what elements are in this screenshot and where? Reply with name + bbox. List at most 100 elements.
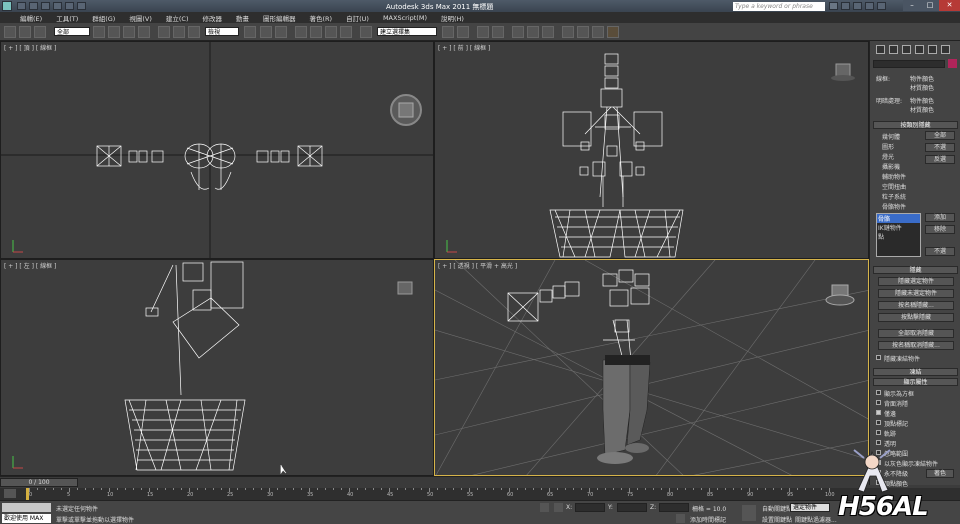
category-list[interactable]: 骨骼 IK鏈物件 點	[876, 213, 921, 257]
angle-snap-icon[interactable]	[310, 26, 322, 38]
menu-animation[interactable]: 動畫	[236, 13, 249, 23]
unhide-all-button[interactable]: 全部取消隱藏	[878, 329, 954, 338]
display-tab-icon[interactable]	[928, 45, 937, 54]
menu-group[interactable]: 群組(G)	[92, 13, 115, 23]
menu-graph-editors[interactable]: 圖形編輯器	[263, 13, 296, 23]
category-bones[interactable]: 骨骼物件	[882, 202, 906, 211]
menu-maxscript[interactable]: MAXScript(M)	[383, 14, 427, 22]
menu-help[interactable]: 說明(H)	[441, 13, 464, 23]
redo-icon[interactable]	[65, 2, 74, 10]
bind-space-warp-icon[interactable]	[34, 26, 46, 38]
add-time-tag[interactable]: 添加時間標記	[690, 515, 726, 524]
category-invert-button[interactable]: 反選	[925, 155, 955, 164]
vertex-ticks-checkbox[interactable]	[876, 420, 881, 425]
snap-toggle-icon[interactable]	[295, 26, 307, 38]
display-properties-rollout[interactable]: 顯示屬性	[873, 378, 958, 386]
viewport-perspective[interactable]: [ + ] [ 透視 ] [ 平滑 + 高光 ]	[434, 259, 869, 476]
time-slider-thumb[interactable]: 0 / 100	[0, 478, 78, 487]
category-cameras[interactable]: 攝影機	[882, 162, 900, 171]
reference-coord-dropdown[interactable]: 檢視	[205, 27, 239, 36]
utilities-tab-icon[interactable]	[941, 45, 950, 54]
list-item[interactable]: 點	[877, 232, 920, 241]
hide-rollout[interactable]: 隱藏	[873, 266, 958, 274]
rendered-frame-icon[interactable]	[577, 26, 589, 38]
category-shapes[interactable]: 圖形	[882, 142, 894, 151]
spinner-snap-icon[interactable]	[340, 26, 352, 38]
object-color-swatch[interactable]	[948, 59, 957, 68]
help-icon[interactable]	[877, 2, 886, 10]
category-geometry[interactable]: 幾何體	[882, 132, 900, 141]
favorites-icon[interactable]	[865, 2, 874, 10]
category-space-warps[interactable]: 空間扭曲	[882, 182, 906, 191]
new-file-icon[interactable]	[17, 2, 26, 10]
search-input[interactable]: Type a keyword or phrase	[733, 2, 825, 11]
viewport-front[interactable]: [ + ] [ 前 ] [ 線框 ]	[434, 41, 869, 259]
time-tag-icon[interactable]	[676, 514, 685, 523]
shaded-color-button[interactable]: 著色	[926, 469, 954, 478]
percent-snap-icon[interactable]	[325, 26, 337, 38]
scale-icon[interactable]	[188, 26, 200, 38]
menu-modifiers[interactable]: 修改器	[203, 13, 223, 23]
render-setup-icon[interactable]	[562, 26, 574, 38]
viewport-top[interactable]: [ + ] [ 頂 ] [ 線框 ]	[0, 41, 434, 259]
category-particles[interactable]: 粒子系統	[882, 192, 906, 201]
layer-manager-icon[interactable]	[477, 26, 489, 38]
lock-selection-icon[interactable]	[540, 503, 549, 512]
object-name-field[interactable]	[873, 60, 945, 68]
pivot-center-icon[interactable]	[244, 26, 256, 38]
rotate-icon[interactable]	[173, 26, 185, 38]
search-icon[interactable]	[829, 2, 838, 10]
subscription-icon[interactable]	[841, 2, 850, 10]
communication-icon[interactable]	[853, 2, 862, 10]
time-slider[interactable]: 0 / 100	[0, 476, 869, 488]
create-tab-icon[interactable]	[876, 45, 885, 54]
set-key-label[interactable]: 設置關鍵點	[762, 515, 792, 524]
maximize-button[interactable]: □	[921, 0, 939, 11]
wire-object-color-option[interactable]: 物件顏色	[910, 74, 934, 83]
display-as-box-checkbox[interactable]	[876, 390, 881, 395]
selection-filter-dropdown[interactable]: 全部	[54, 27, 90, 36]
render-teapot-icon[interactable]	[607, 26, 619, 38]
keyboard-shortcut-icon[interactable]	[275, 26, 287, 38]
maxscript-mini-listener[interactable]	[2, 503, 51, 512]
hide-unselected-button[interactable]: 隱藏未選定物件	[878, 289, 954, 298]
material-editor-icon[interactable]	[542, 26, 554, 38]
freeze-rollout[interactable]: 凍結	[873, 368, 958, 376]
coord-y-field[interactable]	[617, 503, 647, 512]
shaded-object-color-option[interactable]: 物件顏色	[910, 96, 934, 105]
render-production-icon[interactable]	[592, 26, 604, 38]
select-object-icon[interactable]	[93, 26, 105, 38]
list-add-button[interactable]: 添加	[925, 213, 955, 222]
align-icon[interactable]	[457, 26, 469, 38]
menu-views[interactable]: 視圖(V)	[129, 13, 152, 23]
backface-cull-checkbox[interactable]	[876, 400, 881, 405]
list-remove-button[interactable]: 移除	[925, 225, 955, 234]
category-helpers[interactable]: 輔助物件	[882, 172, 906, 181]
hide-by-name-button[interactable]: 按名稱隱藏...	[878, 301, 954, 310]
coord-x-field[interactable]	[575, 503, 605, 512]
select-by-name-icon[interactable]	[108, 26, 120, 38]
motion-tab-icon[interactable]	[915, 45, 924, 54]
graphite-ribbon-icon[interactable]	[492, 26, 504, 38]
minimize-button[interactable]: –	[903, 0, 921, 11]
edit-named-selection-icon[interactable]	[360, 26, 372, 38]
auto-key-label[interactable]: 自動關鍵點	[762, 504, 792, 513]
move-icon[interactable]	[158, 26, 170, 38]
save-file-icon[interactable]	[41, 2, 50, 10]
see-through-checkbox[interactable]	[876, 440, 881, 445]
track-bar[interactable]: 0 5 10 15 20 25 30 35 40 45 50 55 60 65 …	[0, 488, 960, 500]
select-manipulate-icon[interactable]	[260, 26, 272, 38]
list-none-button[interactable]: 不選	[925, 247, 955, 256]
menu-customize[interactable]: 自訂(U)	[346, 13, 369, 23]
list-item[interactable]: 骨骼	[877, 214, 920, 223]
rect-selection-icon[interactable]	[123, 26, 135, 38]
menu-rendering[interactable]: 著色(R)	[310, 13, 333, 23]
trajectory-checkbox[interactable]	[876, 430, 881, 435]
selected-dropdown[interactable]: 選定物件	[790, 503, 830, 512]
maxscript-listener[interactable]: 歡迎使用 MAX	[2, 514, 51, 523]
hide-by-hit-button[interactable]: 按點擊隱藏	[878, 313, 954, 322]
absolute-mode-icon[interactable]	[554, 503, 563, 512]
set-key-icon[interactable]	[742, 505, 756, 521]
category-lights[interactable]: 燈光	[882, 152, 894, 161]
hide-selected-button[interactable]: 隱藏選定物件	[878, 277, 954, 286]
